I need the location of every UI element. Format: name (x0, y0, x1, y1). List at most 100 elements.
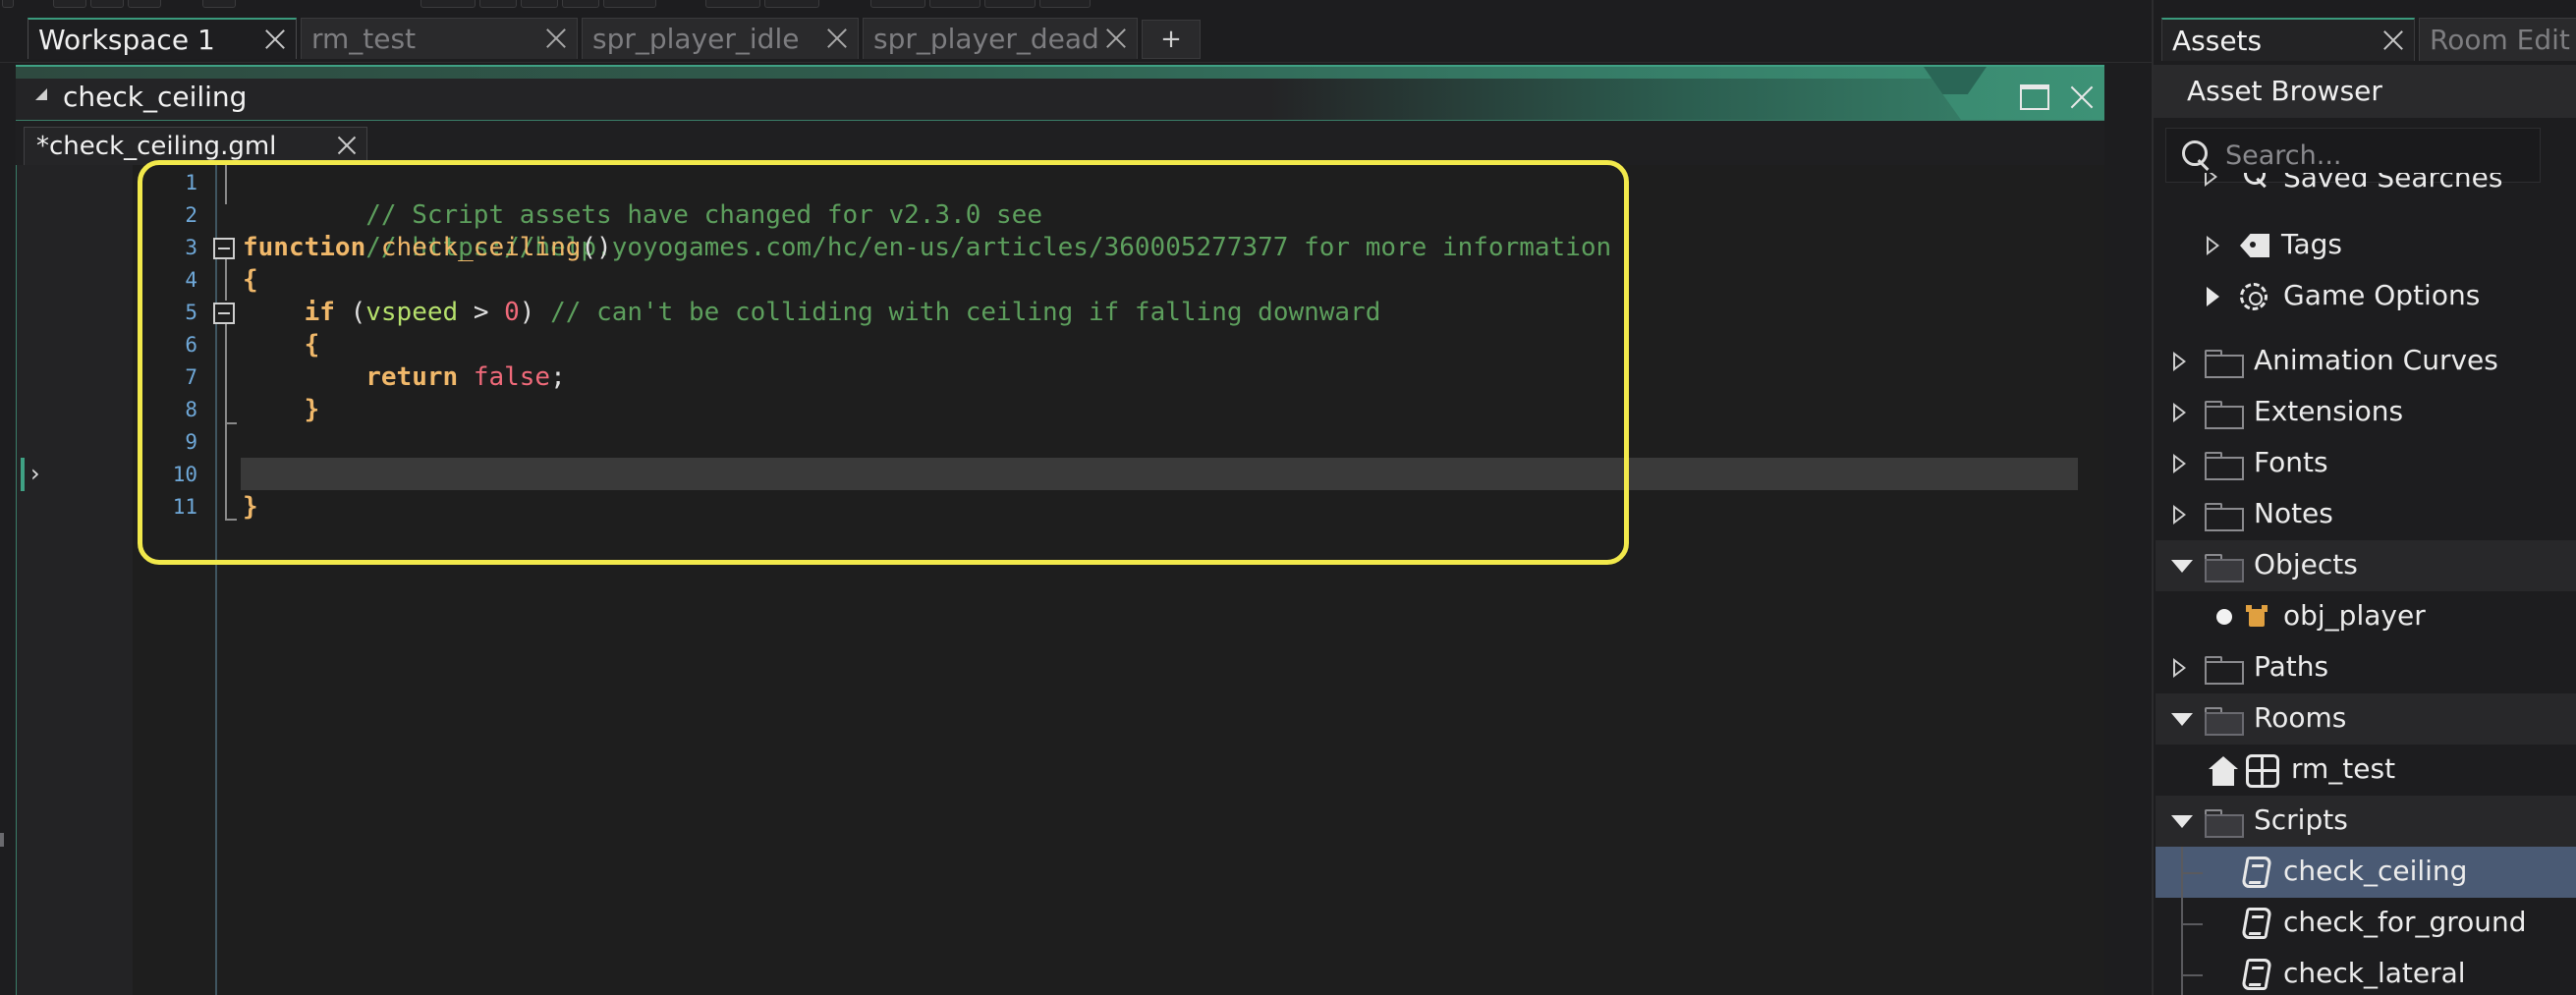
expand-arrow-icon[interactable] (2205, 173, 2218, 187)
expand-arrow-icon[interactable] (2173, 454, 2187, 473)
toolbar-button[interactable] (1039, 0, 1091, 8)
tree-item-extensions[interactable]: Extensions (2156, 387, 2576, 438)
line-number: 8 (185, 398, 197, 421)
toolbar-button[interactable] (705, 0, 760, 8)
tree-item-label: Extensions (2254, 395, 2404, 427)
fold-toggle-icon[interactable] (213, 238, 235, 259)
toolbar-button[interactable] (202, 0, 236, 8)
toolbar-button[interactable] (420, 0, 476, 8)
code-keyword: function (243, 233, 366, 262)
tree-item-notes[interactable]: Notes (2156, 489, 2576, 540)
close-icon[interactable] (2380, 28, 2406, 53)
tab-rm-test[interactable]: rm_test (301, 18, 578, 59)
collapse-corner-icon[interactable] (35, 88, 47, 100)
fold-guide (225, 324, 227, 407)
folder-icon (2205, 503, 2244, 531)
tree-item-obj-player[interactable]: obj_player (2156, 591, 2576, 642)
maximize-icon[interactable] (2020, 84, 2049, 110)
gear-icon (2240, 283, 2268, 310)
expand-arrow-icon[interactable] (2207, 236, 2220, 255)
close-icon[interactable] (1103, 25, 1129, 50)
line-number: 11 (172, 495, 197, 519)
tree-item-label: Scripts (2254, 803, 2348, 836)
tree-item-animation-curves[interactable]: Animation Curves (2156, 336, 2576, 387)
add-tab-button[interactable]: + (1142, 20, 1201, 59)
collapse-arrow-icon[interactable] (2171, 815, 2193, 828)
toolbar-button[interactable] (479, 0, 517, 8)
close-icon[interactable] (262, 26, 288, 51)
tree-item-scripts[interactable]: Scripts (2156, 796, 2576, 847)
tree-item-fonts[interactable]: Fonts (2156, 438, 2576, 489)
toolbar-button[interactable] (764, 0, 819, 8)
tree-item-label: obj_player (2283, 599, 2426, 632)
script-icon (2241, 959, 2272, 990)
expand-arrow-icon[interactable] (2173, 403, 2187, 422)
line-number: 5 (185, 301, 197, 324)
toolbar-button[interactable] (562, 0, 599, 8)
tree-connector (2181, 974, 2203, 976)
expand-arrow-icon[interactable] (2173, 505, 2187, 525)
caret-line-marker (21, 458, 25, 491)
fold-toggle-icon[interactable] (213, 303, 235, 324)
code-text-area[interactable]: // Script assets have changed for v2.3.0… (243, 165, 2100, 995)
toolbar-button[interactable] (984, 0, 1036, 8)
tab-check-ceiling-gml[interactable]: *check_ceiling.gml (24, 127, 367, 166)
toolbar-button[interactable] (603, 0, 656, 8)
expand-arrow-icon[interactable] (2173, 658, 2187, 678)
edge-grip[interactable] (0, 833, 4, 847)
dock-splitter[interactable] (2104, 63, 2152, 995)
tree-item-paths[interactable]: Paths (2156, 642, 2576, 693)
tab-label: spr_player_idle (592, 23, 800, 55)
tree-item-objects[interactable]: Objects (2156, 540, 2576, 591)
tree-item-check-for-ground[interactable]: check_for_ground (2156, 898, 2576, 949)
tab-label: Workspace 1 (38, 23, 215, 56)
search-icon (2182, 140, 2210, 168)
collapse-arrow-icon[interactable] (2171, 713, 2193, 726)
tree-connector (2181, 923, 2203, 925)
toolbar-button[interactable] (128, 0, 161, 8)
close-window-icon[interactable] (2067, 83, 2097, 112)
tree-item-check-lateral[interactable]: check_lateral (2156, 949, 2576, 995)
toolbar-button[interactable] (53, 0, 86, 8)
expand-arrow-icon[interactable] (2173, 352, 2187, 371)
toolbar-button[interactable] (2, 0, 14, 8)
toolbar-button[interactable] (90, 0, 124, 8)
tab-workspace-1[interactable]: Workspace 1 (28, 18, 297, 59)
tree-item-rm-test[interactable]: rm_test (2156, 745, 2576, 796)
folder-icon (2205, 656, 2244, 685)
folder-open-icon (2205, 707, 2244, 736)
toolbar-button[interactable] (870, 0, 925, 8)
collapse-arrow-icon[interactable] (2171, 560, 2193, 573)
code-punctuation: ( (334, 298, 366, 327)
tree-item-game-options[interactable]: Game Options (2156, 271, 2576, 322)
tab-assets[interactable]: Assets (2161, 18, 2415, 61)
editor-title-bar[interactable] (16, 79, 1961, 120)
code-line-7: return false; (243, 361, 566, 394)
tab-spr-player-idle[interactable]: spr_player_idle (582, 18, 859, 59)
tree-item-label: rm_test (2291, 752, 2396, 785)
tab-spr-player-dead[interactable]: spr_player_dead (863, 18, 1138, 59)
close-icon[interactable] (543, 25, 569, 50)
editor-gutter[interactable] (17, 165, 133, 995)
toolbar-button[interactable] (929, 0, 980, 8)
tree-item-rooms[interactable]: Rooms (2156, 693, 2576, 745)
line-number: 4 (185, 268, 197, 292)
folder-open-icon (2205, 809, 2244, 838)
tree-item-check-ceiling[interactable]: check_ceiling (2156, 847, 2576, 898)
code-function-name: check_ceiling (365, 233, 582, 262)
workspace-tab-bar: Workspace 1 rm_test spr_player_idle spr_… (0, 16, 2152, 63)
tree-item-tags[interactable]: Tags (2156, 220, 2576, 271)
line-number: 2 (185, 203, 197, 227)
close-icon[interactable] (824, 25, 850, 50)
tab-room-editor[interactable]: Room Edit (2419, 18, 2576, 61)
expand-arrow-icon[interactable] (2207, 287, 2220, 306)
toolbar-button[interactable] (521, 0, 558, 8)
caret-arrow-icon: › (30, 460, 40, 487)
close-icon[interactable] (335, 134, 359, 157)
home-icon (2209, 756, 2238, 786)
tree-item-saved-searches[interactable]: Saved Searches (2156, 173, 2576, 206)
file-tab-bar: *check_ceiling.gml (16, 120, 2104, 166)
asset-browser-header: Asset Browser (2154, 65, 2576, 118)
code-editor-body[interactable]: › 1 2 3 4 5 6 7 8 9 10 11 // Script asse… (16, 165, 2104, 995)
